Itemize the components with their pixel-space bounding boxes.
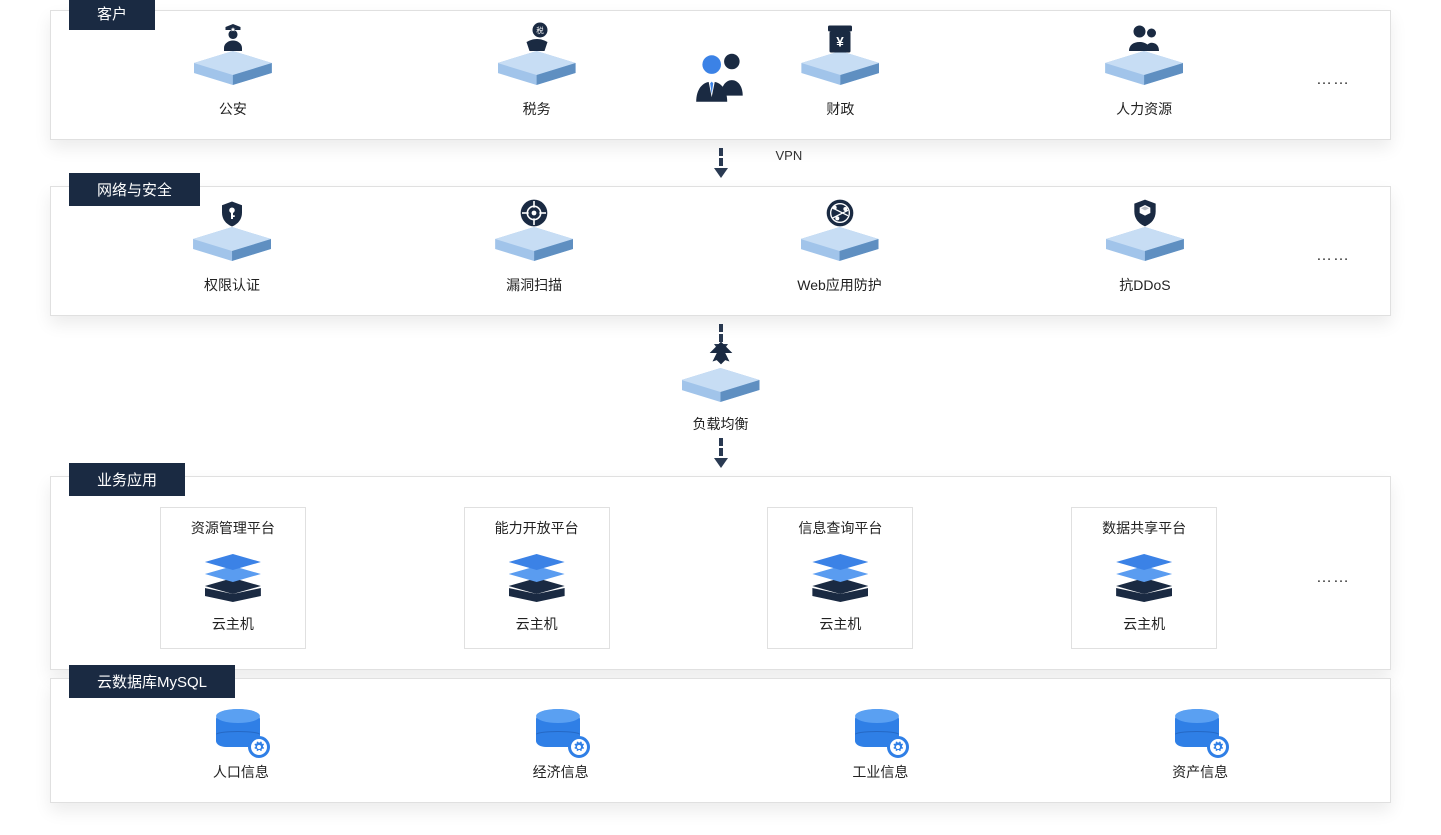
database-icon xyxy=(536,709,586,754)
platform-icon xyxy=(194,41,272,91)
police-icon xyxy=(215,21,251,57)
security-label: Web应用防护 xyxy=(797,275,882,295)
businesspeople-icon xyxy=(690,49,752,105)
section-customers-label: 客户 xyxy=(69,0,155,30)
db-row: 人口信息 经济信息 工业信息 资产信息 xyxy=(81,709,1360,782)
app-box-capability: 能力开放平台 云主机 xyxy=(464,507,610,649)
ellipsis: …… xyxy=(1316,71,1350,89)
vm-stack-icon xyxy=(810,554,870,604)
db-label: 人口信息 xyxy=(213,762,269,782)
app-box-query: 信息查询平台 云主机 xyxy=(767,507,913,649)
section-db: 云数据库MySQL 人口信息 经济信息 工业信息 资产信息 xyxy=(50,678,1391,803)
security-label: 抗DDoS xyxy=(1119,275,1170,295)
database-icon xyxy=(216,709,266,754)
app-box-title: 数据共享平台 xyxy=(1102,518,1186,538)
database-icon xyxy=(855,709,905,754)
security-label: 漏洞扫描 xyxy=(506,275,562,295)
finance-icon: ¥ xyxy=(822,21,858,57)
customer-label: 公安 xyxy=(219,99,247,119)
customer-label: 财政 xyxy=(826,99,854,119)
svg-text:¥: ¥ xyxy=(837,35,845,50)
hr-icon xyxy=(1124,21,1164,57)
arrow-vpn: VPN xyxy=(0,148,1441,178)
vm-stack-icon xyxy=(507,554,567,604)
load-balance-icon xyxy=(704,338,738,368)
apps-row: 资源管理平台 云主机 能力开放平台 云主机 信息查询平台 云主机 数据共享平台 … xyxy=(81,507,1360,649)
app-box-title: 资源管理平台 xyxy=(191,518,275,538)
section-apps: 业务应用 资源管理平台 云主机 能力开放平台 云主机 信息查询平台 云主机 数据… xyxy=(50,476,1391,670)
app-box-title: 能力开放平台 xyxy=(495,518,579,538)
customer-label: 税务 xyxy=(523,99,551,119)
section-apps-label: 业务应用 xyxy=(69,463,185,496)
app-box-sub: 云主机 xyxy=(1123,614,1165,634)
platform-icon xyxy=(1105,41,1183,91)
platform-icon: 税 xyxy=(498,41,576,91)
ellipsis: …… xyxy=(1316,247,1350,265)
app-box-share: 数据共享平台 云主机 xyxy=(1071,507,1217,649)
security-item-scan: 漏洞扫描 xyxy=(495,217,573,295)
db-item-asset: 资产信息 xyxy=(1172,709,1228,782)
section-db-label: 云数据库MySQL xyxy=(69,665,235,698)
svg-text:税: 税 xyxy=(536,25,544,35)
cube-shield-icon xyxy=(1129,197,1161,229)
customer-item-tax: 税 税务 xyxy=(498,41,576,119)
tax-icon: 税 xyxy=(519,21,555,57)
security-item-ddos: 抗DDoS xyxy=(1106,217,1184,295)
security-label: 权限认证 xyxy=(204,275,260,295)
db-item-economy: 经济信息 xyxy=(533,709,589,782)
db-label: 资产信息 xyxy=(1172,762,1228,782)
database-icon xyxy=(1175,709,1225,754)
arrow-to-apps xyxy=(0,438,1441,468)
scan-target-icon xyxy=(518,197,550,229)
app-box-sub: 云主机 xyxy=(516,614,558,634)
section-security: 网络与安全 权限认证 漏洞扫描 Web应用防护 xyxy=(50,186,1391,316)
shield-key-icon xyxy=(217,197,247,231)
customer-item-finance: ¥ 财政 xyxy=(801,41,879,119)
customer-item-hr: 人力资源 xyxy=(1105,41,1183,119)
section-customers: 客户 公安 税 税务 xyxy=(50,10,1391,140)
app-box-sub: 云主机 xyxy=(819,614,861,634)
db-label: 经济信息 xyxy=(533,762,589,782)
db-item-population: 人口信息 xyxy=(213,709,269,782)
security-item-waf: Web应用防护 xyxy=(797,217,882,295)
web-shield-icon xyxy=(824,197,856,229)
security-row: 权限认证 漏洞扫描 Web应用防护 抗DDoS …… xyxy=(81,217,1360,295)
db-label: 工业信息 xyxy=(852,762,908,782)
customer-item-police: 公安 xyxy=(194,41,272,119)
db-item-industry: 工业信息 xyxy=(852,709,908,782)
app-box-resource: 资源管理平台 云主机 xyxy=(160,507,306,649)
load-balance-label: 负载均衡 xyxy=(693,414,749,434)
security-item-auth: 权限认证 xyxy=(193,217,271,295)
app-box-title: 信息查询平台 xyxy=(798,518,882,538)
customer-label: 人力资源 xyxy=(1116,99,1172,119)
load-balance-node: 负载均衡 xyxy=(0,358,1441,434)
platform-icon: ¥ xyxy=(801,41,879,91)
vm-stack-icon xyxy=(1114,554,1174,604)
section-security-label: 网络与安全 xyxy=(69,173,200,206)
vm-stack-icon xyxy=(203,554,263,604)
vpn-label: VPN xyxy=(776,148,803,163)
ellipsis: …… xyxy=(1316,569,1350,587)
app-box-sub: 云主机 xyxy=(212,614,254,634)
